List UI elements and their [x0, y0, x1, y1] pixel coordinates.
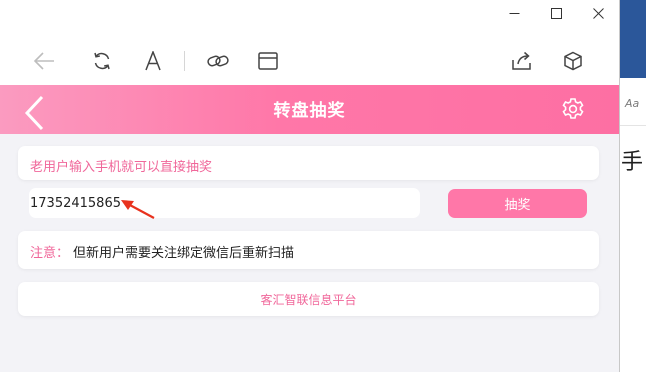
toolbar-divider	[184, 51, 185, 71]
note-label: 注意：	[30, 246, 70, 261]
screen: 转盘抽奖 老用户输入手机就可以直接抽奖 抽奖 注意：但	[0, 0, 646, 372]
share-icon	[512, 51, 531, 70]
notice-card: 老用户输入手机就可以直接抽奖	[18, 146, 599, 180]
lottery-app: 转盘抽奖 老用户输入手机就可以直接抽奖 抽奖 注意：但	[0, 85, 619, 372]
font-size-icon	[145, 51, 161, 71]
maximize-icon	[550, 7, 562, 19]
link-button[interactable]	[204, 48, 232, 74]
background-window-titlebar	[620, 0, 646, 78]
window-controls	[493, 0, 619, 26]
note-text: 但新用户需要关注绑定微信后重新扫描	[73, 246, 295, 261]
draw-button[interactable]: 抽奖	[448, 189, 587, 218]
minimize-button[interactable]	[493, 0, 535, 26]
background-window: Aa 手	[619, 0, 646, 372]
settings-button[interactable]	[561, 97, 585, 121]
browser-toolbar	[0, 44, 619, 78]
maximize-button[interactable]	[535, 0, 577, 26]
share-button[interactable]	[508, 48, 536, 74]
page-title: 转盘抽奖	[273, 101, 346, 121]
font-size-button[interactable]	[139, 48, 167, 74]
background-window-text: Aa	[625, 97, 640, 110]
cube-icon	[564, 51, 582, 71]
footer-link[interactable]: 客汇智联信息平台	[18, 282, 599, 316]
browser-window: 转盘抽奖 老用户输入手机就可以直接抽奖 抽奖 注意：但	[0, 0, 619, 372]
window-button[interactable]	[254, 48, 282, 74]
gear-icon	[562, 98, 584, 119]
back-arrow-icon	[33, 52, 54, 70]
app-header: 转盘抽奖	[0, 85, 619, 134]
back-button[interactable]	[30, 48, 58, 74]
refresh-button[interactable]	[88, 48, 116, 74]
refresh-icon	[94, 52, 110, 70]
close-button[interactable]	[577, 0, 619, 26]
close-icon	[592, 7, 604, 19]
phone-input[interactable]	[29, 188, 420, 218]
note-card: 注意： 但新用户需要关注绑定微信后重新扫描	[18, 231, 599, 269]
annotation-arrow-icon	[121, 200, 155, 219]
window-icon	[258, 52, 278, 70]
extension-button[interactable]	[559, 48, 587, 74]
background-window-glyph: 手	[621, 150, 644, 175]
background-window-divider	[620, 125, 646, 126]
minimize-icon	[509, 12, 519, 14]
link-icon	[207, 55, 229, 67]
